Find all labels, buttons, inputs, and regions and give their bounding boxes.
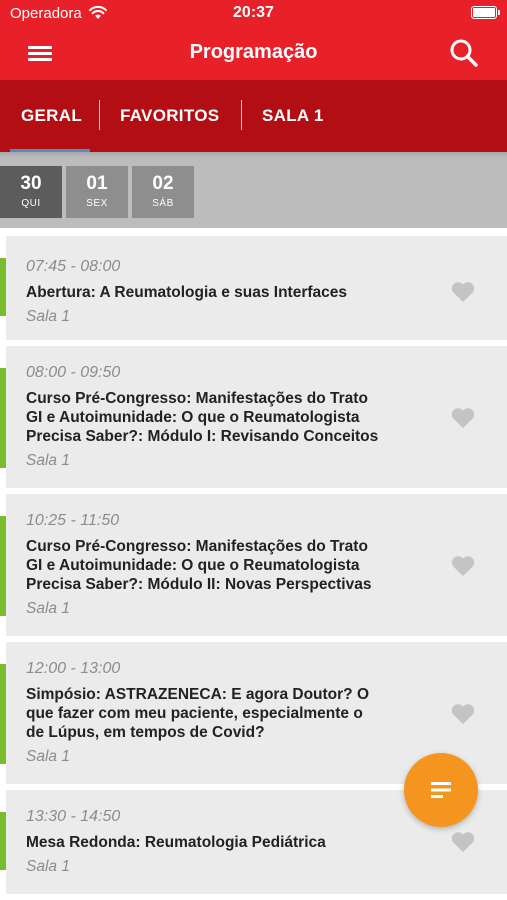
session-time: 08:00 - 09:50 xyxy=(26,364,121,381)
session-title-line: que fazer com meu paciente, especialment… xyxy=(26,705,363,722)
session-title-line: Precisa Saber?: Módulo I: Revisando Conc… xyxy=(26,428,379,445)
session-time: 07:45 - 08:00 xyxy=(26,258,121,275)
date-selector: 30 QUI 01 SEX 02 SÁB xyxy=(0,152,507,228)
filter-list-icon xyxy=(431,782,451,798)
heart-icon[interactable] xyxy=(450,406,476,430)
session-card[interactable]: 10:25 - 11:50 Curso Pré-Congresso: Manif… xyxy=(0,494,507,636)
nav-bar: Programação xyxy=(0,26,507,80)
battery-icon xyxy=(471,6,500,19)
tab-bar: GERAL FAVORITOS SALA 1 xyxy=(0,80,507,152)
date-item-01[interactable]: 01 SEX xyxy=(66,166,128,218)
status-bar: Operadora 20:37 xyxy=(0,0,507,26)
date-weekday: SÁB xyxy=(152,198,174,209)
session-title: Mesa Redonda: Reumatologia Pediátrica xyxy=(26,833,421,852)
heart-icon[interactable] xyxy=(450,830,476,854)
session-accent-bar xyxy=(0,812,6,870)
session-title-line: Curso Pré-Congresso: Manifestações do Tr… xyxy=(26,538,368,555)
session-time: 13:30 - 14:50 xyxy=(26,808,121,825)
session-title-line: Curso Pré-Congresso: Manifestações do Tr… xyxy=(26,390,368,407)
tab-divider xyxy=(99,100,100,130)
session-title: Curso Pré-Congresso: Manifestações do Tr… xyxy=(26,537,421,594)
session-accent-bar xyxy=(0,258,6,316)
date-weekday: QUI xyxy=(21,198,41,209)
session-title-line: Precisa Saber?: Módulo II: Novas Perspec… xyxy=(26,576,372,593)
session-accent-bar xyxy=(0,664,6,764)
session-title-line: GI e Autoimunidade: O que o Reumatologis… xyxy=(26,557,360,574)
session-accent-bar xyxy=(0,516,6,616)
session-room: Sala 1 xyxy=(26,858,70,875)
session-title-line: Mesa Redonda: Reumatologia Pediátrica xyxy=(26,834,326,851)
session-title: Curso Pré-Congresso: Manifestações do Tr… xyxy=(26,389,421,446)
heart-icon[interactable] xyxy=(450,554,476,578)
session-title-line: Simpósio: ASTRAZENECA: E agora Doutor? O xyxy=(26,686,370,703)
session-time: 10:25 - 11:50 xyxy=(26,512,120,529)
date-day: 01 xyxy=(86,173,108,194)
page-title: Programação xyxy=(189,41,318,63)
session-title: Abertura: A Reumatologia e suas Interfac… xyxy=(26,283,421,302)
session-title-line: GI e Autoimunidade: O que o Reumatologis… xyxy=(26,409,360,426)
date-item-30[interactable]: 30 QUI xyxy=(0,166,62,218)
date-weekday: SEX xyxy=(86,198,108,209)
session-room: Sala 1 xyxy=(26,600,70,617)
filter-fab-button[interactable] xyxy=(404,753,478,827)
session-card[interactable]: 07:45 - 08:00 Abertura: A Reumatologia e… xyxy=(0,236,507,340)
status-time: 20:37 xyxy=(233,4,274,21)
search-icon[interactable] xyxy=(447,36,481,70)
tab-divider xyxy=(241,100,242,130)
tab-favoritos[interactable]: FAVORITOS xyxy=(120,80,219,152)
session-title: Simpósio: ASTRAZENECA: E agora Doutor? O… xyxy=(26,685,421,742)
date-day: 02 xyxy=(152,173,174,194)
tab-sala-1[interactable]: SALA 1 xyxy=(262,80,324,152)
session-room: Sala 1 xyxy=(26,308,70,325)
session-time: 12:00 - 13:00 xyxy=(26,660,121,677)
session-title-line: Abertura: A Reumatologia e suas Interfac… xyxy=(26,284,347,301)
session-room: Sala 1 xyxy=(26,452,70,469)
session-room: Sala 1 xyxy=(26,748,70,765)
session-card[interactable]: 08:00 - 09:50 Curso Pré-Congresso: Manif… xyxy=(0,346,507,488)
session-title-line: de Lúpus, em tempos de Covid? xyxy=(26,724,265,741)
session-accent-bar xyxy=(0,368,6,468)
heart-icon[interactable] xyxy=(450,280,476,304)
tab-geral[interactable]: GERAL xyxy=(21,80,82,152)
heart-icon[interactable] xyxy=(450,702,476,726)
date-day: 30 xyxy=(20,173,42,194)
date-item-02[interactable]: 02 SÁB xyxy=(132,166,194,218)
